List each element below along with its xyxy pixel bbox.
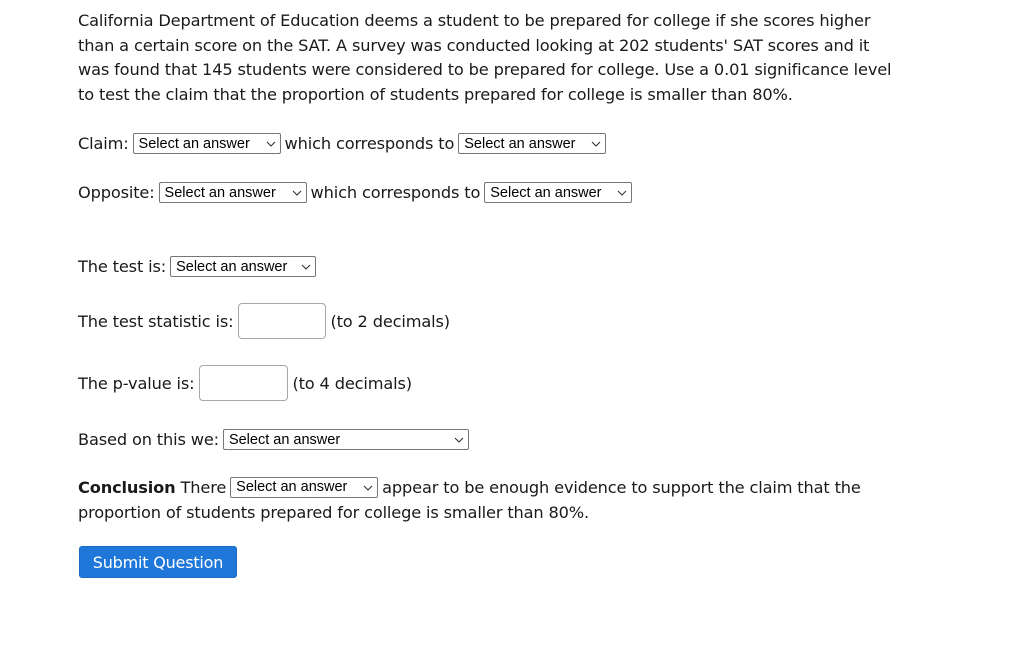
decision-label: Based on this we: [78,430,219,449]
p-value-label: The p-value is: [78,373,195,393]
question-prompt: California Department of Education deems… [78,9,898,107]
claim-corresponds-select[interactable]: Select an answer [458,133,607,154]
opposite-corresponds-select[interactable]: Select an answer [484,182,633,203]
test-statistic-label: The test statistic is: [78,311,234,331]
opposite-row: Opposite: Select an answer which corresp… [78,182,636,203]
p-value-input[interactable] [199,365,289,401]
decision-select-value: Select an answer [228,431,341,448]
test-type-label: The test is: [78,257,167,276]
conclusion-before: There [180,478,227,497]
opposite-select-value: Select an answer [164,184,276,201]
test-type-select-value: Select an answer [176,258,288,275]
chevron-down-icon [301,262,311,272]
test-type-select[interactable]: Select an answer [170,256,317,277]
submit-question-label: Submit Question [92,552,224,572]
chevron-down-icon [363,483,373,493]
chevron-down-icon [617,188,627,198]
opposite-connector: which corresponds to [310,183,481,202]
conclusion-select-value: Select an answer [236,479,348,496]
claim-connector: which corresponds to [284,134,455,153]
chevron-down-icon [266,139,276,149]
opposite-corresponds-select-value: Select an answer [490,184,602,201]
claim-select[interactable]: Select an answer [132,133,281,154]
test-statistic-input[interactable] [238,303,327,339]
p-value-hint: (to 4 decimals) [292,373,412,393]
chevron-down-icon [454,435,464,445]
chevron-down-icon [292,188,302,198]
test-statistic-row: The test statistic is: (to 2 decimals) [78,303,450,339]
test-statistic-hint: (to 2 decimals) [330,311,450,331]
conclusion-select[interactable]: Select an answer [230,477,379,498]
claim-label: Claim: [78,134,129,153]
claim-select-value: Select an answer [138,135,250,152]
decision-select[interactable]: Select an answer [222,429,469,450]
test-type-row: The test is: Select an answer [78,256,320,277]
conclusion: Conclusion There Select an answer appear t… [78,476,898,525]
opposite-label: Opposite: [78,183,155,202]
question-text: California Department of Education deems… [78,11,892,104]
decision-row: Based on this we: Select an answer [78,429,473,450]
p-value-row: The p-value is: (to 4 decimals) [78,365,412,401]
claim-row: Claim: Select an answer which correspond… [78,133,610,154]
conclusion-label: Conclusion [78,478,176,497]
chevron-down-icon [591,139,601,149]
submit-question-button[interactable]: Submit Question [79,546,237,578]
opposite-select[interactable]: Select an answer [158,182,307,203]
claim-corresponds-select-value: Select an answer [464,135,576,152]
